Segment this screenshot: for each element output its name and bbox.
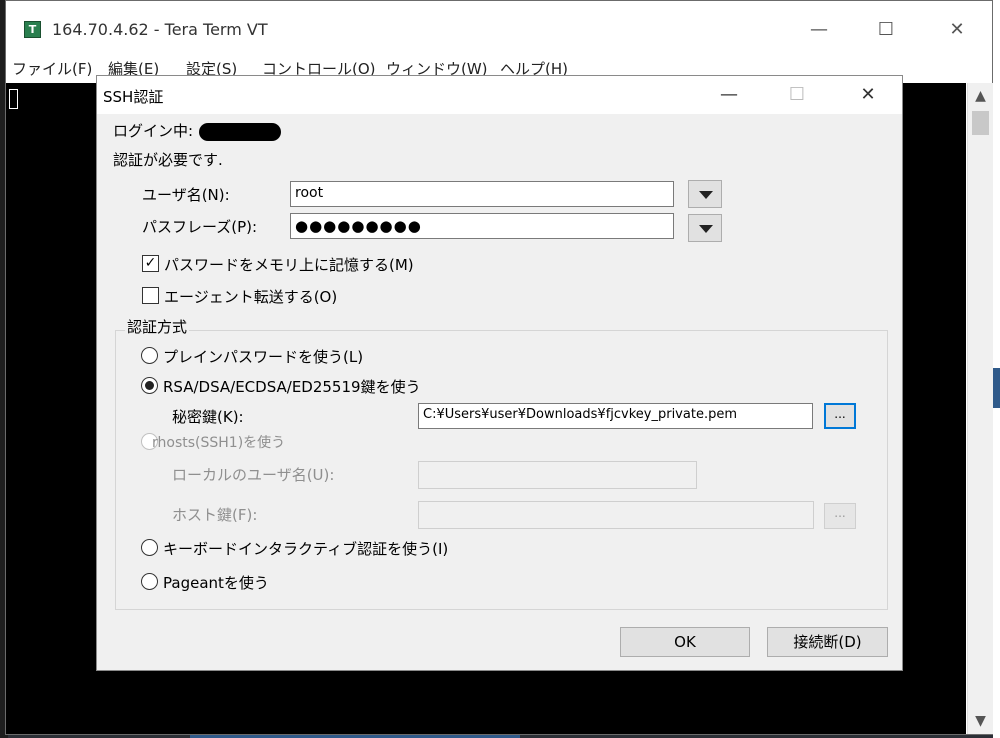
redacted-hostname (199, 122, 282, 141)
menu-file[interactable]: ファイル(F) (12, 58, 92, 79)
keyboard-interactive-radio[interactable] (141, 539, 158, 556)
remember-password-checkbox[interactable]: ✓ (142, 255, 159, 272)
rhosts-label: rhosts(SSH1)を使う (152, 435, 286, 451)
terminal-cursor (9, 89, 18, 109)
ok-button[interactable]: OK (620, 627, 750, 657)
dialog-maximize-button: ☐ (788, 84, 806, 105)
host-key-label: ホスト鍵(F): (172, 506, 258, 524)
dialog-titlebar: SSH認証 — ☐ ✕ (97, 76, 902, 114)
passphrase-dropdown-button[interactable] (688, 214, 722, 242)
private-key-browse-button[interactable]: ... (824, 403, 856, 429)
private-key-label: 秘密鍵(K): (172, 408, 244, 426)
host-key-browse-button: ... (824, 503, 856, 529)
teraterm-app-icon: T (24, 21, 41, 38)
window-title: 164.70.4.62 - Tera Term VT (52, 20, 268, 39)
keyboard-interactive-label[interactable]: キーボードインタラクティブ認証を使う(I) (163, 538, 448, 559)
username-input[interactable]: root (290, 181, 674, 207)
login-status: ログイン中: (113, 120, 282, 141)
plain-password-radio[interactable] (141, 347, 158, 364)
username-label: ユーザ名(N): (142, 186, 230, 204)
desktop-background-accent (993, 368, 1000, 408)
host-key-input (418, 501, 814, 529)
agent-forwarding-checkbox[interactable] (142, 287, 159, 304)
dialog-title: SSH認証 (103, 88, 164, 106)
disconnect-button[interactable]: 接続断(D) (767, 627, 888, 657)
ssh-auth-dialog: SSH認証 — ☐ ✕ ログイン中: 認証が必要です. ユーザ名(N): roo… (96, 75, 903, 671)
rsa-key-radio[interactable] (141, 377, 158, 394)
auth-required-text: 認証が必要です. (113, 151, 223, 169)
remember-password-label[interactable]: パスワードをメモリ上に記憶する(M) (164, 254, 414, 275)
teraterm-titlebar: T 164.70.4.62 - Tera Term VT — ☐ ✕ (6, 1, 992, 56)
username-dropdown-button[interactable] (688, 180, 722, 208)
scroll-up-icon[interactable]: ▲ (968, 85, 993, 107)
close-button[interactable]: ✕ (937, 15, 977, 45)
local-username-label: ローカルのユーザ名(U): (172, 466, 335, 484)
passphrase-input[interactable]: ●●●●●●●●● (290, 213, 674, 239)
pageant-label[interactable]: Pageantを使う (163, 572, 269, 593)
pageant-radio[interactable] (141, 573, 158, 590)
local-username-input (418, 461, 697, 489)
scroll-down-icon[interactable]: ▼ (968, 710, 993, 732)
private-key-input[interactable]: C:¥Users¥user¥Downloads¥fjcvkey_private.… (418, 403, 813, 429)
dialog-minimize-button[interactable]: — (707, 80, 751, 110)
rsa-key-label[interactable]: RSA/DSA/ECDSA/ED25519鍵を使う (163, 376, 421, 397)
dialog-close-button[interactable]: ✕ (846, 80, 890, 110)
minimize-button[interactable]: — (799, 15, 839, 45)
passphrase-label: パスフレーズ(P): (142, 218, 258, 236)
auth-method-legend: 認証方式 (125, 316, 190, 337)
login-label: ログイン中: (113, 122, 194, 140)
terminal-scrollbar[interactable]: ▲ ▼ (967, 83, 993, 734)
scrollbar-thumb[interactable] (972, 111, 989, 135)
agent-forwarding-label[interactable]: エージェント転送する(O) (164, 286, 337, 307)
maximize-button[interactable]: ☐ (866, 15, 906, 45)
plain-password-label[interactable]: プレインパスワードを使う(L) (163, 346, 363, 367)
